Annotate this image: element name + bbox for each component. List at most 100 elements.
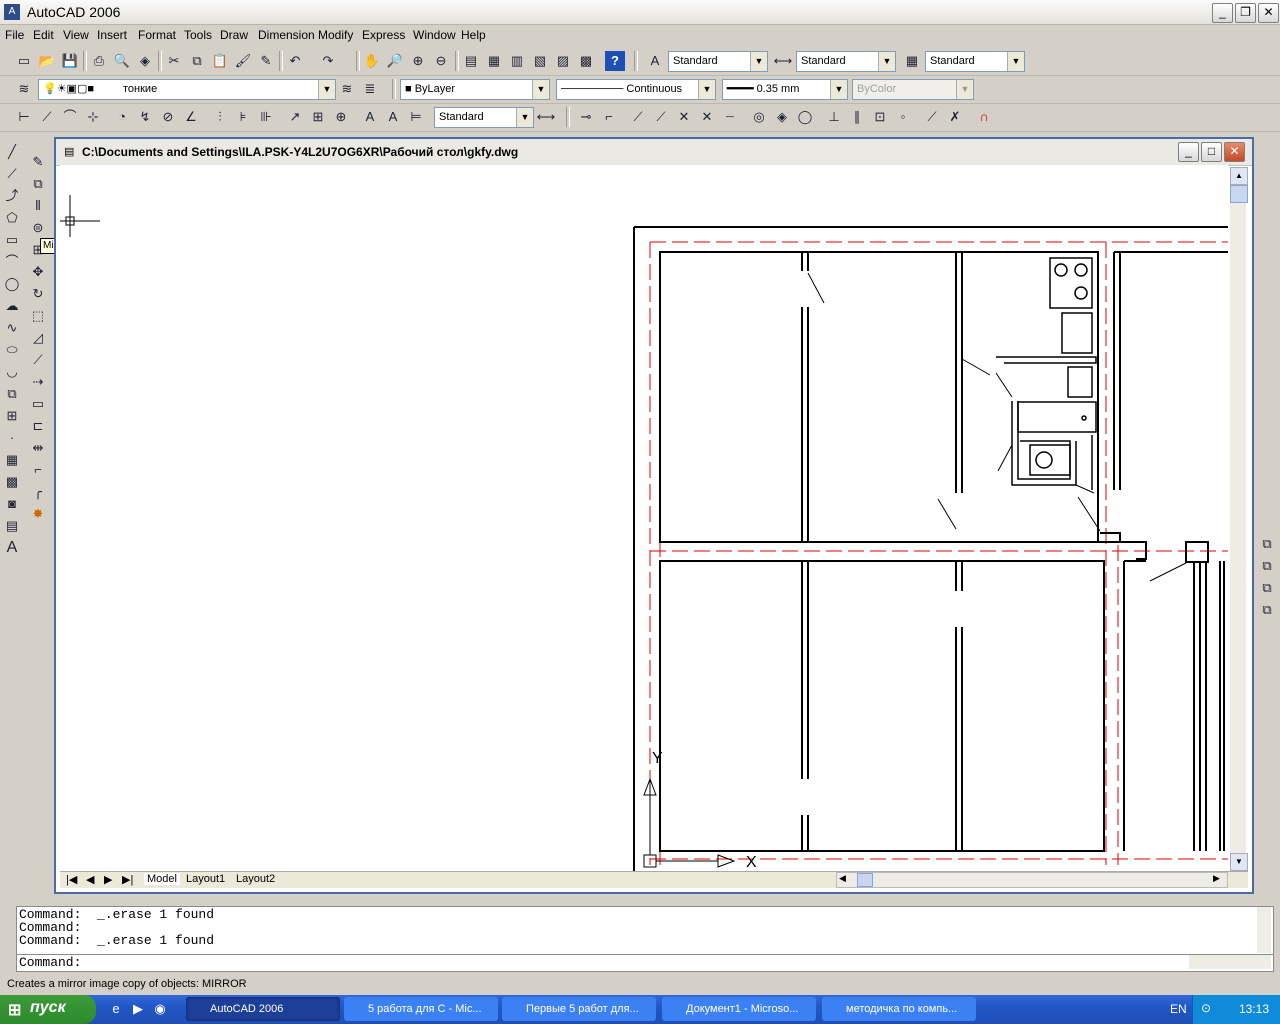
menu-insert[interactable]: Insert	[97, 28, 127, 42]
construction-line-icon[interactable]: ⟋	[2, 164, 22, 184]
vertical-scrollbar[interactable]: ▲ ▼	[1230, 167, 1248, 871]
angular-dim-icon[interactable]: ∠	[181, 107, 201, 127]
circle-icon[interactable]: ◯	[2, 274, 22, 294]
insert-block-icon[interactable]: ⧉	[2, 384, 22, 404]
save-icon[interactable]: 💾	[60, 51, 80, 71]
command-line[interactable]: Command:	[16, 954, 1274, 972]
copy-object-icon[interactable]: ⧉	[28, 174, 48, 194]
media-player-quicklaunch-icon[interactable]: ▶	[128, 999, 148, 1019]
markup-icon[interactable]: ▨	[553, 51, 573, 71]
drawing-close-button[interactable]: ✕	[1224, 142, 1245, 162]
snap-extension-icon[interactable]: ┈	[720, 107, 740, 127]
polygon-icon[interactable]: ⬠	[2, 208, 22, 228]
layer-manager-icon[interactable]: ≋	[14, 79, 34, 99]
sheet-set-icon[interactable]: ▧	[530, 51, 550, 71]
ellipse-icon[interactable]: ⬭	[2, 340, 22, 360]
dim-toolbar-style-select[interactable]: Standard ▼	[434, 107, 534, 128]
dim-style-manager-icon[interactable]: ⟷	[536, 107, 556, 127]
snap-node-icon[interactable]: ◦	[893, 107, 913, 127]
undo-icon[interactable]: ↶	[285, 51, 305, 71]
snap-midpoint-icon[interactable]: ⟋	[651, 107, 671, 127]
table-style-select[interactable]: Standard ▼	[925, 51, 1025, 72]
chamfer-icon[interactable]: ⌐	[28, 460, 48, 480]
multiline-text-icon[interactable]: A	[2, 538, 22, 558]
make-object-layer-current-icon[interactable]: ≋	[337, 79, 357, 99]
menu-format[interactable]: Format	[138, 28, 176, 42]
layer-select[interactable]: 💡☀▣▢■ тонкие ▼	[38, 79, 336, 100]
tab-layout1[interactable]: Layout1	[186, 873, 225, 885]
snap-from-icon[interactable]: ⌐	[599, 107, 619, 127]
dim-text-edit-icon[interactable]: A	[383, 107, 403, 127]
make-block-icon[interactable]: ⊞	[2, 406, 22, 426]
menu-file[interactable]: File	[5, 28, 24, 42]
diameter-dim-icon[interactable]: ⊘	[158, 107, 178, 127]
first-tab-button[interactable]: |◀	[66, 873, 77, 886]
line-icon[interactable]: ╱	[2, 142, 22, 162]
arc-length-icon[interactable]: ⌒	[60, 107, 80, 127]
tab-model[interactable]: Model	[144, 873, 180, 885]
hatch-icon[interactable]: ▦	[2, 450, 22, 470]
scale-icon[interactable]: ⬚	[28, 306, 48, 326]
move-icon[interactable]: ✥	[28, 262, 48, 282]
command-scrollbar[interactable]	[1257, 907, 1271, 953]
scroll-right-button[interactable]: ▶	[1213, 873, 1220, 884]
linear-dim-icon[interactable]: ⊢	[14, 107, 34, 127]
redo-icon[interactable]: ↷	[318, 51, 338, 71]
linetype-select[interactable]: ──────── Continuous ▼	[556, 79, 716, 100]
explode-icon[interactable]: ✸	[28, 504, 48, 524]
cut-icon[interactable]: ✂	[164, 51, 184, 71]
snap-perpendicular-icon[interactable]: ⊥	[824, 107, 844, 127]
zoom-realtime-icon[interactable]: 🔎	[385, 51, 405, 71]
help-icon[interactable]: ?	[605, 51, 625, 71]
tab-layout2[interactable]: Layout2	[236, 873, 275, 885]
erase-icon[interactable]: ✎	[28, 152, 48, 172]
task-folder[interactable]: методичка по компь...	[822, 997, 976, 1021]
prev-tab-button[interactable]: ◀	[86, 873, 94, 886]
snap-tangent-icon[interactable]: ◯	[795, 107, 815, 127]
draworder-back-icon[interactable]: ⧉	[1257, 556, 1277, 576]
menu-help[interactable]: Help	[461, 28, 486, 42]
tool-palettes-icon[interactable]: ▥	[507, 51, 527, 71]
snap-quadrant-icon[interactable]: ◈	[772, 107, 792, 127]
scroll-left-button[interactable]: ◀	[839, 873, 846, 884]
stretch-icon[interactable]: ◿	[28, 328, 48, 348]
continue-dim-icon[interactable]: ⊪	[256, 107, 276, 127]
last-tab-button[interactable]: ▶|	[122, 873, 133, 886]
tolerance-icon[interactable]: ⊞	[308, 107, 328, 127]
horizontal-scrollbar[interactable]: ◀ ▶	[836, 872, 1228, 888]
menu-draw[interactable]: Draw	[220, 28, 248, 42]
region-icon[interactable]: ◙	[2, 494, 22, 514]
zoom-previous-icon[interactable]: ⊖	[431, 51, 451, 71]
menu-modify[interactable]: Modify	[318, 28, 353, 42]
snap-center-icon[interactable]: ◎	[749, 107, 769, 127]
draworder-front-icon[interactable]: ⧉	[1257, 534, 1277, 554]
scroll-down-button[interactable]: ▼	[1230, 853, 1248, 871]
drawing-minimize-button[interactable]: _	[1178, 142, 1199, 162]
lineweight-select[interactable]: ━━━━ 0.35 mm ▼	[722, 79, 848, 100]
pan-icon[interactable]: ✋	[362, 51, 382, 71]
rectangle-icon[interactable]: ▭	[2, 230, 22, 250]
next-tab-button[interactable]: ▶	[104, 873, 112, 886]
properties-icon[interactable]: ▤	[461, 51, 481, 71]
jogged-dim-icon[interactable]: ↯	[135, 107, 155, 127]
dim-style-icon[interactable]: ⟷	[773, 51, 793, 71]
ordinate-dim-icon[interactable]: ⊹	[83, 107, 103, 127]
task-word-3[interactable]: Документ1 - Microso...	[662, 997, 816, 1021]
menu-dimension[interactable]: Dimension	[258, 28, 315, 42]
scroll-up-button[interactable]: ▲	[1230, 167, 1248, 185]
break-at-point-icon[interactable]: ▭	[28, 394, 48, 414]
paste-icon[interactable]: 📋	[210, 51, 230, 71]
ellipse-arc-icon[interactable]: ◡	[2, 362, 22, 382]
snap-insert-icon[interactable]: ⊡	[870, 107, 890, 127]
ie-quicklaunch-icon[interactable]: e	[106, 999, 126, 1019]
language-indicator[interactable]: EN	[1170, 1002, 1187, 1016]
publish-icon[interactable]: ◈	[135, 51, 155, 71]
close-button[interactable]: ✕	[1258, 3, 1279, 23]
text-style-icon[interactable]: A	[645, 51, 665, 71]
spline-icon[interactable]: ∿	[2, 318, 22, 338]
block-editor-icon[interactable]: ✎	[256, 51, 276, 71]
polyline-icon[interactable]: ⤴	[2, 186, 22, 206]
menu-view[interactable]: View	[63, 28, 89, 42]
leader-icon[interactable]: ↗	[285, 107, 305, 127]
menu-tools[interactable]: Tools	[184, 28, 212, 42]
